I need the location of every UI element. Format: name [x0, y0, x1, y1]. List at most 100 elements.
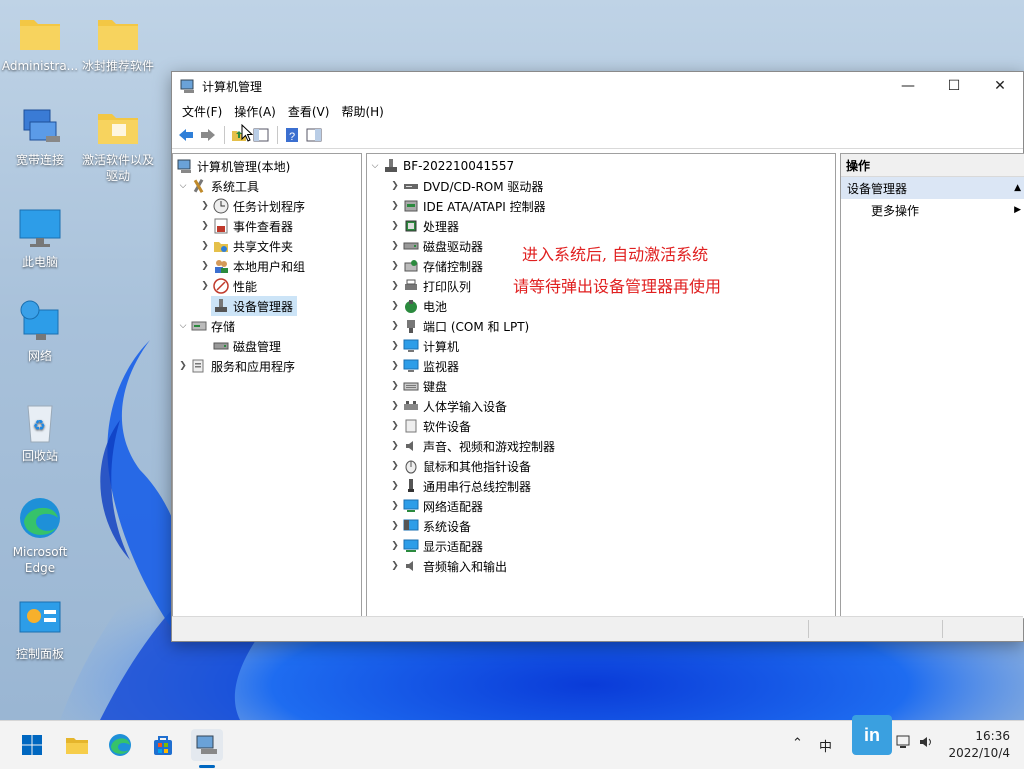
help-icon[interactable]: ? — [282, 125, 302, 145]
tree-item-local-users-groups[interactable]: ❯ 本地用户和组 — [199, 256, 305, 276]
desktop-icon-control-panel[interactable]: 控制面板 — [0, 598, 80, 662]
chevron-right-icon[interactable]: ❯ — [389, 501, 401, 511]
device-category-item[interactable]: ❯ 通用串行总线控制器 — [389, 476, 531, 496]
desktop-icon-recycle-bin[interactable]: ♻ 回收站 — [0, 400, 80, 464]
chevron-right-icon[interactable]: ❯ — [389, 301, 401, 311]
tree-item-task-scheduler[interactable]: ❯ 任务计划程序 — [199, 196, 305, 216]
chevron-down-icon[interactable]: ⌵ — [369, 161, 381, 171]
desktop-icon-broadband[interactable]: 宽带连接 — [0, 104, 80, 168]
volume-tray-icon[interactable] — [918, 735, 936, 749]
forward-arrow-icon[interactable] — [198, 125, 218, 145]
device-category-item[interactable]: ❯ 端口 (COM 和 LPT) — [389, 316, 529, 336]
device-tree-root[interactable]: ⌵ BF-202210041557 — [369, 156, 514, 176]
chevron-right-icon[interactable]: ❯ — [389, 401, 401, 411]
device-category-item[interactable]: ❯ 显示适配器 — [389, 536, 483, 556]
ime-indicator[interactable]: 中 — [819, 736, 832, 755]
chevron-right-icon[interactable]: ❯ — [199, 221, 211, 231]
desktop-icon-network[interactable]: 网络 — [0, 300, 80, 364]
device-category-item[interactable]: ❯ 鼠标和其他指针设备 — [389, 456, 531, 476]
collapse-up-icon[interactable]: ▲ — [1014, 183, 1021, 193]
desktop-icon-administrator[interactable]: Administra... — [0, 10, 80, 74]
chevron-right-icon[interactable]: ❯ — [389, 281, 401, 291]
tree-item-event-viewer[interactable]: ❯ 事件查看器 — [199, 216, 293, 236]
network-tray-icon[interactable] — [896, 735, 914, 749]
chevron-right-icon[interactable]: ❯ — [389, 521, 401, 531]
close-button[interactable]: ✕ — [977, 72, 1023, 100]
chevron-right-icon[interactable]: ❯ — [199, 261, 211, 271]
menu-action[interactable]: 操作(A) — [228, 103, 282, 120]
chevron-right-icon[interactable]: ❯ — [389, 201, 401, 211]
chevron-down-icon[interactable]: ⌵ — [177, 321, 189, 331]
chevron-right-icon[interactable]: ❯ — [389, 181, 401, 191]
title-bar[interactable]: 计算机管理 — ☐ ✕ — [172, 72, 1023, 100]
device-category-item[interactable]: ❯ 系统设备 — [389, 516, 471, 536]
tree-item-storage[interactable]: ⌵ 存储 — [177, 316, 235, 336]
device-category-item[interactable]: ❯ 键盘 — [389, 376, 447, 396]
device-category-item[interactable]: ❯ 存储控制器 — [389, 256, 483, 276]
chevron-down-icon[interactable]: ⌵ — [177, 181, 189, 191]
tree-item-shared-folders[interactable]: ❯ 共享文件夹 — [199, 236, 293, 256]
desktop-icon-activation[interactable]: 激活软件以及驱动 — [78, 104, 158, 184]
start-button[interactable] — [16, 729, 48, 761]
device-category-item[interactable]: ❯ 电池 — [389, 296, 447, 316]
taskbar-edge[interactable] — [104, 729, 136, 761]
chevron-right-icon[interactable]: ❯ — [389, 381, 401, 391]
tree-item-device-manager[interactable]: 设备管理器 — [211, 296, 298, 316]
action-pane-icon[interactable] — [304, 125, 324, 145]
chevron-right-icon[interactable]: ❯ — [389, 241, 401, 251]
desktop-icon-recommended-software[interactable]: 冰封推荐软件 — [78, 10, 158, 74]
device-category-item[interactable]: ❯ 计算机 — [389, 336, 459, 356]
actions-section-device-manager[interactable]: 设备管理器 ▲ — [841, 177, 1024, 199]
device-category-item[interactable]: ❯ IDE ATA/ATAPI 控制器 — [389, 196, 545, 216]
device-category-item[interactable]: ❯ 打印队列 — [389, 276, 471, 296]
device-category-item[interactable]: ❯ 处理器 — [389, 216, 459, 236]
chevron-right-icon[interactable]: ❯ — [389, 481, 401, 491]
chevron-right-icon[interactable]: ❯ — [199, 241, 211, 251]
clock-date[interactable]: 2022/10/4 — [948, 746, 1010, 760]
chevron-right-icon[interactable]: ❯ — [389, 541, 401, 551]
device-category-item[interactable]: ❯ DVD/CD-ROM 驱动器 — [389, 176, 543, 196]
tray-overflow-chevron-icon[interactable]: ⌃ — [792, 736, 803, 751]
device-category-item[interactable]: ❯ 磁盘驱动器 — [389, 236, 483, 256]
clock-time[interactable]: 16:36 — [966, 729, 1010, 743]
device-category-item[interactable]: ❯ 声音、视频和游戏控制器 — [389, 436, 555, 456]
chevron-right-icon[interactable]: ❯ — [199, 281, 211, 291]
more-actions-item[interactable]: 更多操作 ▶ — [841, 199, 1024, 221]
tree-item-label: 性能 — [233, 279, 258, 294]
chevron-right-icon[interactable]: ❯ — [389, 421, 401, 431]
chevron-right-icon[interactable]: ❯ — [389, 341, 401, 351]
tree-item-disk-management[interactable]: 磁盘管理 — [211, 336, 281, 356]
taskbar-file-explorer[interactable] — [61, 729, 93, 761]
chevron-right-icon[interactable]: ❯ — [389, 261, 401, 271]
chevron-right-icon[interactable]: ❯ — [389, 441, 401, 451]
tree-item-label: 磁盘管理 — [233, 339, 282, 354]
menu-view[interactable]: 查看(V) — [282, 103, 336, 120]
taskbar-store[interactable] — [147, 729, 179, 761]
device-category-item[interactable]: ❯ 网络适配器 — [389, 496, 483, 516]
chevron-right-icon[interactable]: ❯ — [389, 561, 401, 571]
chevron-right-icon[interactable]: ❯ — [389, 221, 401, 231]
back-arrow-icon[interactable] — [176, 125, 196, 145]
taskbar-computer-management[interactable] — [191, 729, 223, 761]
device-category-item[interactable]: ❯ 人体学输入设备 — [389, 396, 507, 416]
desktop-icon-this-pc[interactable]: 此电脑 — [0, 206, 80, 270]
chevron-right-icon[interactable]: ❯ — [389, 321, 401, 331]
tree-item-system-tools[interactable]: ⌵ 系统工具 — [177, 176, 259, 196]
chevron-right-icon[interactable]: ❯ — [199, 201, 211, 211]
menu-help[interactable]: 帮助(H) — [335, 103, 389, 120]
maximize-button[interactable]: ☐ — [931, 72, 977, 100]
device-category-item[interactable]: ❯ 软件设备 — [389, 416, 471, 436]
tree-item-performance[interactable]: ❯ 性能 — [199, 276, 257, 296]
chevron-right-icon[interactable]: ❯ — [389, 461, 401, 471]
tree-item-computer-management-local[interactable]: 计算机管理(本地) — [175, 156, 290, 176]
chevron-right-icon[interactable]: ❯ — [389, 361, 401, 371]
minimize-button[interactable]: — — [885, 72, 931, 100]
device-category-item[interactable]: ❯ 音频输入和输出 — [389, 556, 507, 576]
chevron-right-icon[interactable]: ❯ — [177, 361, 189, 371]
desktop-icon-edge[interactable]: Microsoft Edge — [0, 496, 80, 576]
show-hide-tree-icon[interactable] — [251, 125, 271, 145]
desktop-icon-label: 冰封推荐软件 — [81, 59, 154, 73]
device-category-item[interactable]: ❯ 监视器 — [389, 356, 459, 376]
tree-item-services-applications[interactable]: ❯ 服务和应用程序 — [177, 356, 295, 376]
menu-file[interactable]: 文件(F) — [176, 103, 228, 120]
